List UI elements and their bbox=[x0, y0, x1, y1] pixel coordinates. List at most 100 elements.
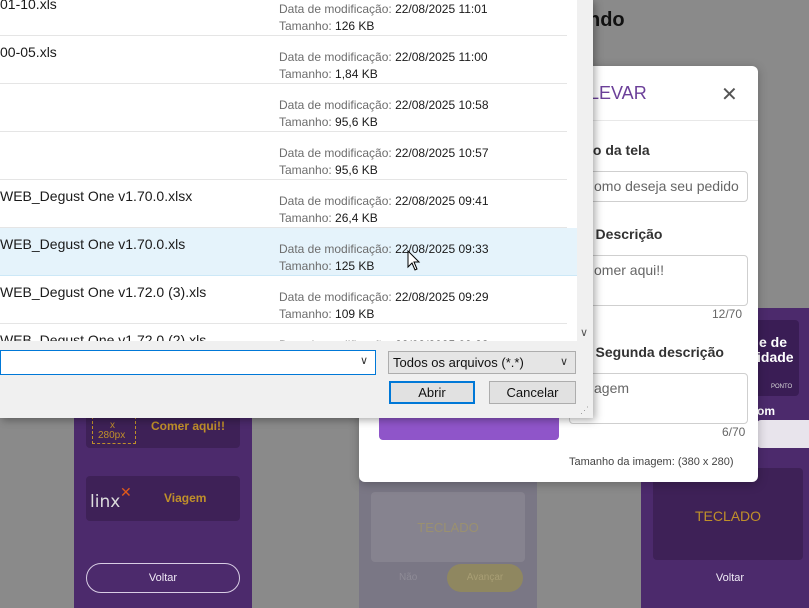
description-textarea[interactable]: omer aqui!! bbox=[569, 255, 748, 306]
screen-title-input[interactable]: omo deseja seu pedido bbox=[569, 171, 748, 202]
file-row[interactable]: WEB_Degust One v1.72.0 (3).xls Data de mo… bbox=[0, 276, 567, 324]
file-size: Tamanho: 95,6 KB bbox=[279, 163, 378, 177]
promo-line-1: e de bbox=[759, 334, 788, 350]
file-size: Tamanho: 109 KB bbox=[279, 307, 374, 321]
modified-value: 22/08/2025 09:23 bbox=[395, 338, 488, 341]
file-name: WEB_Degust One v1.72.0 (2).xls bbox=[0, 332, 207, 341]
description-counter: 12/70 bbox=[712, 307, 743, 321]
modal-title: LEVAR bbox=[589, 83, 647, 103]
list-scrollbar[interactable] bbox=[577, 0, 593, 341]
resize-grip-icon[interactable]: ⋰ bbox=[580, 405, 589, 416]
tile-travel-label: Viagem bbox=[164, 491, 207, 505]
second-description-textarea[interactable]: agem bbox=[569, 373, 748, 424]
file-size: Tamanho: 125 KB bbox=[279, 259, 374, 273]
size-label: Tamanho: bbox=[279, 211, 332, 225]
tab-pill[interactable] bbox=[757, 420, 809, 448]
file-row[interactable]: WEB_Degust One v1.70.0.xlsx Data de modif… bbox=[0, 180, 567, 228]
size-label: Tamanho: bbox=[279, 163, 332, 177]
modified-label: Data de modificação: bbox=[279, 242, 392, 256]
file-name: 01-10.xls bbox=[0, 0, 57, 12]
file-modified: Data de modificação: 22/08/2025 09:33 bbox=[279, 242, 489, 256]
keyboard-label: TECLADO bbox=[417, 520, 479, 535]
modified-value: 22/08/2025 10:57 bbox=[395, 146, 489, 160]
tile-eat-here-label: Comer aqui!! bbox=[151, 419, 226, 433]
file-size: Tamanho: 1,84 KB bbox=[279, 67, 378, 81]
modified-value: 22/08/2025 11:01 bbox=[395, 2, 488, 16]
chevron-down-icon[interactable]: ∨ bbox=[560, 355, 568, 368]
file-name: WEB_Degust One v1.72.0 (3).xls bbox=[0, 284, 207, 300]
modified-value: 22/08/2025 09:41 bbox=[395, 194, 489, 208]
tab-label: om bbox=[757, 404, 775, 418]
open-button[interactable]: Abrir bbox=[389, 381, 475, 404]
modified-label: Data de modificação: bbox=[279, 194, 392, 208]
field-screen-title-label: lo da tela bbox=[589, 142, 650, 158]
file-name: 00-05.xls bbox=[0, 44, 57, 60]
preview-option-button[interactable] bbox=[379, 416, 559, 440]
size-value: 26,4 KB bbox=[335, 211, 378, 225]
size-value: 109 KB bbox=[335, 307, 375, 321]
file-modified: Data de modificação: 22/08/2025 11:00 bbox=[279, 50, 488, 64]
size-label: Tamanho: bbox=[279, 19, 332, 33]
file-row[interactable]: Data de modificação: 22/08/2025 10:57 Tam… bbox=[0, 132, 567, 180]
file-row[interactable]: 01-10.xls Data de modificação: 22/08/2025… bbox=[0, 0, 567, 36]
file-modified: Data de modificação: 22/08/2025 10:58 bbox=[279, 98, 489, 112]
field-second-description-label: ) Segunda descrição bbox=[587, 344, 724, 360]
file-row[interactable]: Data de modificação: 22/08/2025 10:58 Tam… bbox=[0, 84, 567, 132]
advance-button[interactable]: Avançar bbox=[447, 564, 523, 592]
size-label: Tamanho: bbox=[279, 259, 332, 273]
file-type-select[interactable]: Todos os arquivos (*.*) bbox=[388, 351, 576, 374]
modified-label: Data de modificação: bbox=[279, 338, 392, 341]
file-list[interactable]: 01-10.xls Data de modificação: 22/08/2025… bbox=[0, 0, 577, 341]
back-button[interactable]: Voltar bbox=[86, 563, 240, 593]
modified-value: 22/08/2025 11:00 bbox=[395, 50, 488, 64]
modified-label: Data de modificação: bbox=[279, 146, 392, 160]
file-name: WEB_Degust One v1.70.0.xlsx bbox=[0, 188, 193, 204]
modified-label: Data de modificação: bbox=[279, 50, 392, 64]
tile-travel[interactable]: linx ✕ Viagem bbox=[86, 476, 240, 521]
size-hint-px: 280px bbox=[98, 430, 126, 441]
file-row[interactable]: WEB_Degust One v1.72.0 (2).xls Data de mo… bbox=[0, 324, 567, 341]
mouse-cursor-icon bbox=[407, 250, 421, 271]
modified-value: 22/08/2025 10:58 bbox=[395, 98, 489, 112]
modified-label: Data de modificação: bbox=[279, 98, 392, 112]
size-label: Tamanho: bbox=[279, 307, 332, 321]
second-description-counter: 6/70 bbox=[722, 425, 746, 439]
modified-label: Data de modificação: bbox=[279, 2, 392, 16]
file-size: Tamanho: 95,6 KB bbox=[279, 115, 378, 129]
linx-logo: linx bbox=[90, 492, 121, 512]
size-value: 1,84 KB bbox=[335, 67, 378, 81]
file-name: WEB_Degust One v1.70.0.xls bbox=[0, 236, 186, 252]
chevron-down-icon[interactable]: ∨ bbox=[580, 326, 588, 339]
field-description-label: ) Descrição bbox=[587, 226, 663, 242]
size-value: 126 KB bbox=[335, 19, 375, 33]
modified-value: 22/08/2025 09:29 bbox=[395, 290, 489, 304]
file-size: Tamanho: 126 KB bbox=[279, 19, 374, 33]
no-label[interactable]: Não bbox=[399, 572, 417, 583]
file-modified: Data de modificação: 22/08/2025 11:01 bbox=[279, 2, 488, 16]
file-modified: Data de modificação: 22/08/2025 09:41 bbox=[279, 194, 489, 208]
cancel-button[interactable]: Cancelar bbox=[489, 381, 576, 404]
size-value: 95,6 KB bbox=[335, 115, 378, 129]
promo-sub: PONTO bbox=[771, 384, 793, 390]
page-heading-fragment: ndo bbox=[588, 9, 625, 31]
keyboard-tile: TECLADO bbox=[371, 492, 525, 562]
promo-line-2: idade bbox=[757, 349, 794, 365]
keyboard-label: TECLADO bbox=[694, 508, 762, 524]
file-size: Tamanho: 26,4 KB bbox=[279, 211, 378, 225]
file-row[interactable]: 00-05.xls Data de modificação: 22/08/2025… bbox=[0, 36, 567, 84]
filename-input[interactable] bbox=[0, 350, 376, 375]
close-icon[interactable]: ✕ bbox=[721, 82, 738, 107]
size-label: Tamanho: bbox=[279, 67, 332, 81]
preview-phone-2: TECLADO Não Avançar bbox=[359, 480, 537, 608]
back-label[interactable]: Voltar bbox=[641, 572, 809, 584]
chevron-down-icon[interactable]: ∨ bbox=[360, 354, 368, 367]
image-size-note: Tamanho da imagem: (380 x 280) bbox=[569, 456, 734, 468]
modified-label: Data de modificação: bbox=[279, 290, 392, 304]
size-value: 95,6 KB bbox=[335, 163, 378, 177]
file-row[interactable]: WEB_Degust One v1.70.0.xls Data de modifi… bbox=[0, 228, 577, 276]
file-modified: Data de modificação: 22/08/2025 10:57 bbox=[279, 146, 489, 160]
size-value: 125 KB bbox=[335, 259, 375, 273]
file-modified: Data de modificação: 22/08/2025 09:29 bbox=[279, 290, 489, 304]
file-modified: Data de modificação: 22/08/2025 09:23 bbox=[279, 338, 489, 341]
size-label: Tamanho: bbox=[279, 115, 332, 129]
